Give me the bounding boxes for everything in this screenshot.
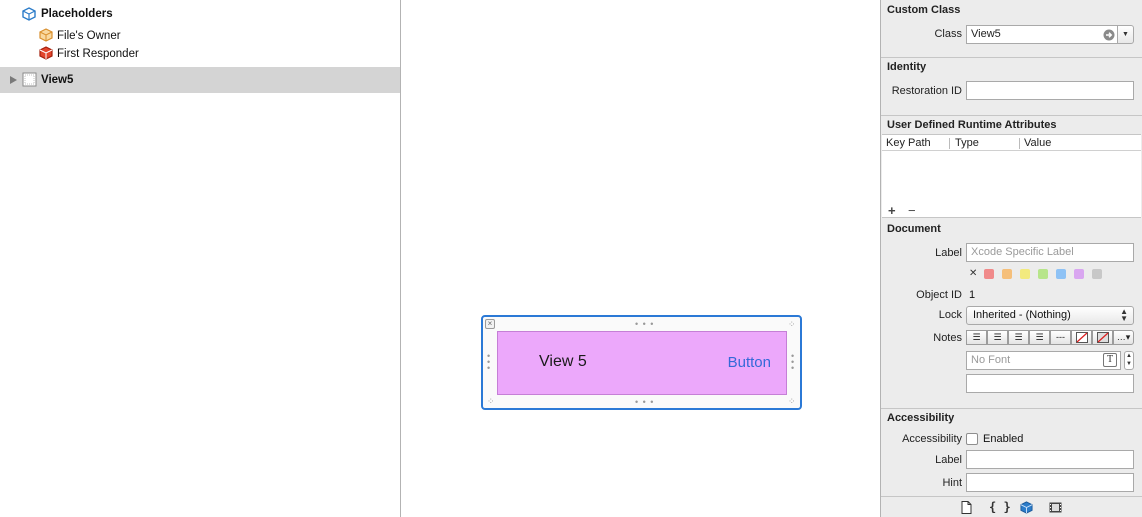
accessibility-hint-label: Hint bbox=[942, 477, 962, 489]
outline-item-view5[interactable]: View5 bbox=[0, 67, 400, 93]
view-button[interactable]: Button bbox=[728, 354, 771, 371]
outline-item-files-owner[interactable]: File's Owner bbox=[0, 26, 400, 46]
navigate-arrow-icon[interactable] bbox=[1103, 29, 1115, 41]
runtime-attributes-table[interactable]: Key Path Type Value + − bbox=[882, 134, 1141, 218]
first-responder-cube-icon bbox=[39, 46, 53, 60]
more-options-icon[interactable]: …▾ bbox=[1113, 330, 1134, 345]
table-header: Key Path Type Value bbox=[882, 135, 1141, 151]
font-field[interactable]: No Font T bbox=[966, 351, 1121, 370]
color-label-red[interactable] bbox=[984, 269, 994, 279]
divider bbox=[881, 57, 1142, 58]
align-center-icon[interactable]: ☰ bbox=[987, 330, 1008, 345]
interface-builder-canvas[interactable]: × • • • • • • • • • • • • ⁘ ⁘ ⁘ View 5 Butto… bbox=[401, 0, 881, 517]
add-attribute-button[interactable]: + bbox=[888, 203, 896, 218]
align-justify-icon[interactable]: ☰ bbox=[1029, 330, 1050, 345]
clear-color-label-icon[interactable]: ✕ bbox=[969, 268, 977, 279]
files-owner-label: File's Owner bbox=[57, 30, 121, 42]
column-value[interactable]: Value bbox=[1024, 137, 1051, 149]
lock-value: Inherited - (Nothing) bbox=[973, 309, 1071, 321]
view-title-label: View 5 bbox=[539, 353, 587, 370]
no-background-icon[interactable] bbox=[1092, 330, 1113, 345]
accessibility-hint-field[interactable] bbox=[966, 473, 1134, 492]
placeholders-label: Placeholders bbox=[41, 8, 113, 20]
divider bbox=[881, 115, 1142, 116]
column-key-path[interactable]: Key Path bbox=[886, 137, 931, 149]
restoration-id-field[interactable] bbox=[966, 81, 1134, 100]
resize-handle-right[interactable]: • • • bbox=[791, 352, 795, 373]
runtime-attributes-title: User Defined Runtime Attributes bbox=[887, 119, 1057, 131]
font-size-stepper[interactable]: ▲ ▼ bbox=[1124, 351, 1134, 370]
notes-text-field[interactable] bbox=[966, 374, 1134, 393]
restoration-id-label: Restoration ID bbox=[891, 85, 962, 97]
document-title: Document bbox=[887, 223, 941, 235]
document-outline: Placeholders File's Owner First Responde… bbox=[0, 0, 401, 517]
resize-handle-top[interactable]: • • • bbox=[635, 320, 654, 329]
resize-handle-bottom[interactable]: • • • bbox=[635, 398, 654, 407]
custom-class-title: Custom Class bbox=[887, 4, 961, 16]
column-divider bbox=[1019, 138, 1020, 149]
cube-icon bbox=[22, 7, 36, 21]
document-label-field[interactable]: Xcode Specific Label bbox=[966, 243, 1134, 262]
identity-inspector: Custom Class Class View5 ▼ Identity Rest… bbox=[881, 0, 1142, 517]
close-icon[interactable]: × bbox=[485, 319, 495, 329]
document-label-label: Label bbox=[935, 247, 962, 259]
class-value: View5 bbox=[971, 28, 1001, 40]
color-label-yellow[interactable] bbox=[1020, 269, 1030, 279]
class-label: Class bbox=[934, 28, 962, 40]
class-combobox[interactable]: View5 bbox=[966, 25, 1119, 44]
lock-popup[interactable]: Inherited - (Nothing) ▲ ▼ bbox=[966, 306, 1134, 325]
color-label-green[interactable] bbox=[1038, 269, 1048, 279]
outline-item-placeholders[interactable]: Placeholders bbox=[0, 4, 400, 24]
code-snippet-icon[interactable]: { } bbox=[989, 500, 1011, 514]
object-id-label: Object ID bbox=[916, 289, 962, 301]
first-responder-label: First Responder bbox=[57, 48, 139, 60]
disclosure-triangle-icon[interactable] bbox=[10, 76, 17, 84]
identity-title: Identity bbox=[887, 61, 927, 73]
object-library-cube-icon[interactable] bbox=[1020, 501, 1033, 514]
lock-label: Lock bbox=[938, 309, 962, 321]
remove-attribute-button[interactable]: − bbox=[908, 203, 916, 218]
accessibility-title: Accessibility bbox=[887, 412, 955, 424]
accessibility-label-field[interactable] bbox=[966, 450, 1134, 469]
align-natural-icon[interactable]: --- bbox=[1050, 330, 1071, 345]
resize-handle-top-right[interactable]: ⁘ bbox=[788, 320, 797, 329]
file-template-icon[interactable] bbox=[961, 501, 972, 514]
view5-content[interactable]: View 5 Button bbox=[497, 331, 787, 395]
color-label-orange[interactable] bbox=[1002, 269, 1012, 279]
accessibility-enabled-checkbox[interactable] bbox=[966, 433, 978, 445]
color-label-purple[interactable] bbox=[1074, 269, 1084, 279]
font-placeholder: No Font bbox=[971, 354, 1011, 366]
column-divider bbox=[949, 138, 950, 149]
divider bbox=[881, 496, 1142, 497]
resize-handle-bottom-left[interactable]: ⁘ bbox=[487, 397, 496, 406]
accessibility-label: Accessibility bbox=[902, 433, 962, 445]
no-color-icon[interactable] bbox=[1071, 330, 1092, 345]
resize-handle-bottom-right[interactable]: ⁘ bbox=[788, 397, 797, 406]
font-picker-icon[interactable]: T bbox=[1103, 353, 1117, 367]
notes-label: Notes bbox=[933, 332, 962, 344]
outline-item-first-responder[interactable]: First Responder bbox=[0, 44, 400, 64]
column-type[interactable]: Type bbox=[955, 137, 979, 149]
resize-handle-left[interactable]: • • • bbox=[487, 352, 491, 373]
color-label-gray[interactable] bbox=[1092, 269, 1102, 279]
divider bbox=[881, 408, 1142, 409]
popup-arrows-icon: ▲ ▼ bbox=[1120, 307, 1128, 323]
class-dropdown-button[interactable]: ▼ bbox=[1117, 25, 1134, 44]
files-owner-cube-icon bbox=[39, 28, 53, 42]
view-selection-frame[interactable]: × • • • • • • • • • • • • ⁘ ⁘ ⁘ View 5 Butto… bbox=[481, 315, 802, 410]
align-right-icon[interactable]: ☰ bbox=[1008, 330, 1029, 345]
chevron-down-icon: ▼ bbox=[1122, 31, 1129, 38]
view-icon bbox=[22, 72, 37, 87]
media-library-icon[interactable] bbox=[1049, 502, 1062, 513]
object-id-value: 1 bbox=[969, 289, 976, 301]
align-left-icon[interactable]: ☰ bbox=[966, 330, 987, 345]
accessibility-enabled-label[interactable]: Enabled bbox=[983, 433, 1023, 445]
view5-label: View5 bbox=[41, 74, 74, 86]
accessibility-label-label: Label bbox=[935, 454, 962, 466]
color-label-blue[interactable] bbox=[1056, 269, 1066, 279]
